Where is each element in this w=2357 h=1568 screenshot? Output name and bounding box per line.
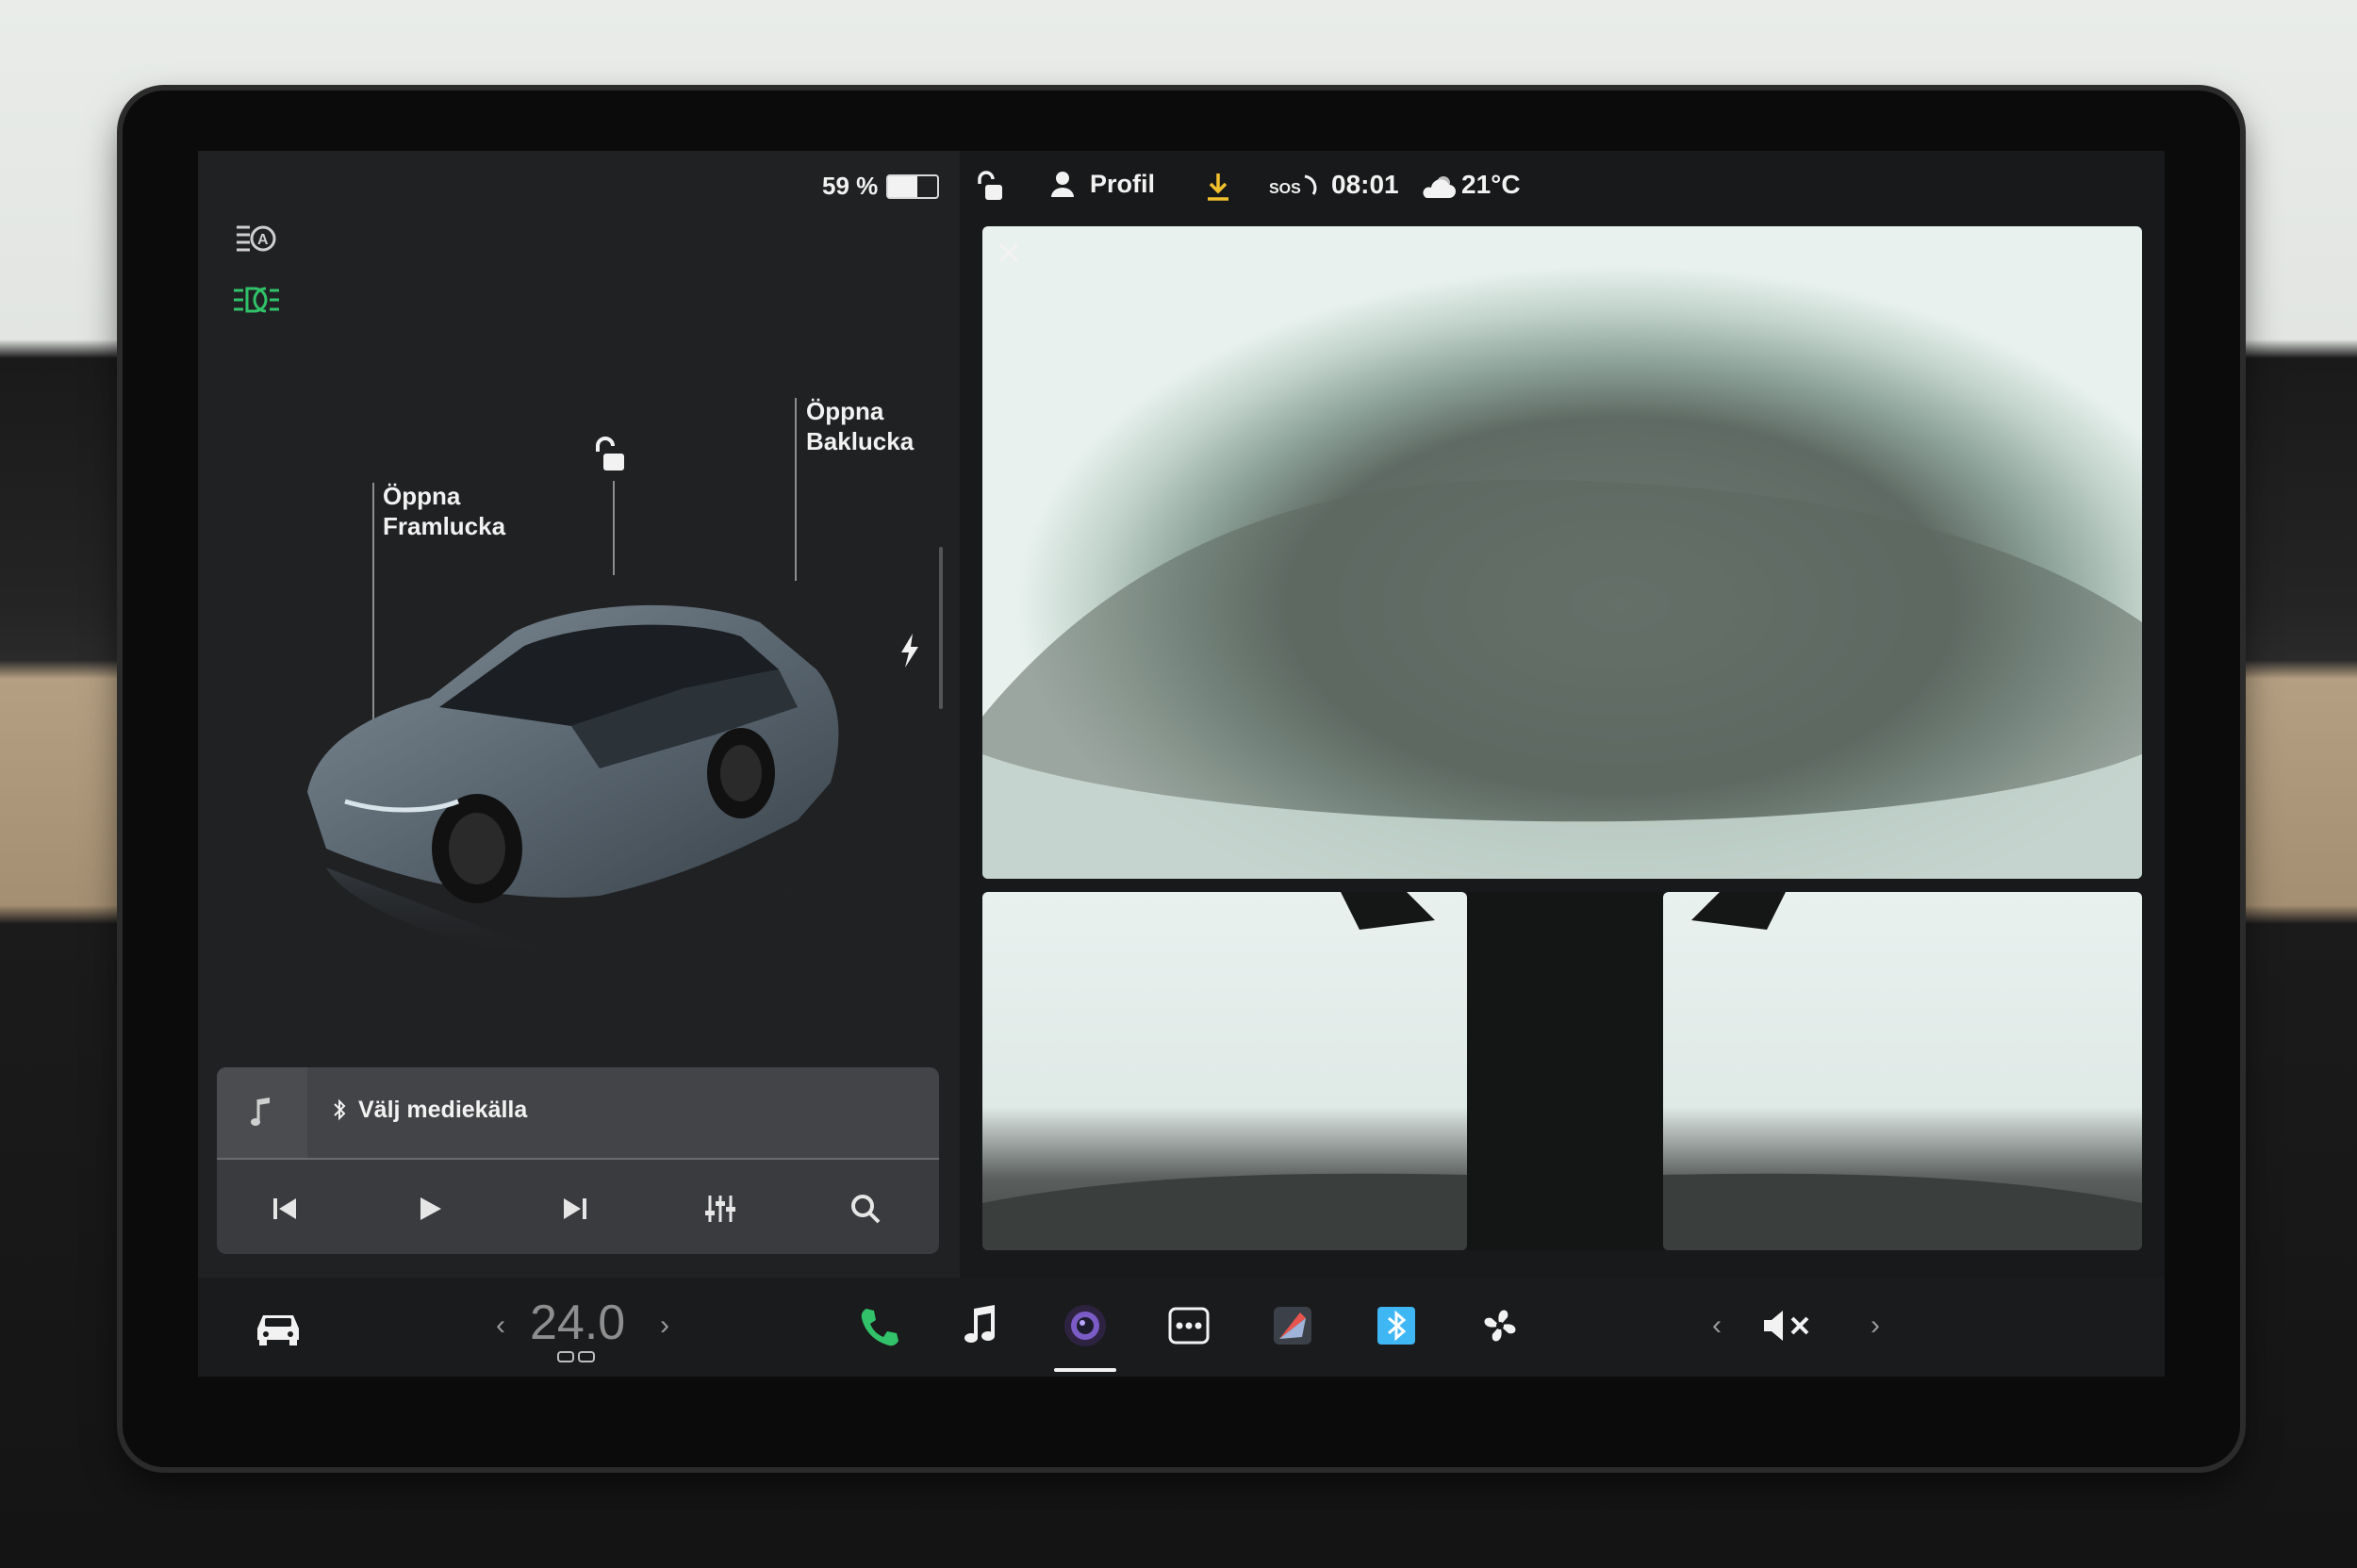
car-panel: A 59 % Öppna Framlucka Öppna Baklucka Vä… [198, 151, 960, 1278]
music-note-icon [217, 1067, 307, 1158]
battery-percent: 59 % [822, 172, 879, 200]
touchscreen: A 59 % Öppna Framlucka Öppna Baklucka Vä… [198, 151, 2165, 1377]
volume-muted-icon[interactable] [1754, 1293, 1820, 1359]
profile-button[interactable]: Profil [1048, 168, 1155, 200]
navigation-icon[interactable] [1260, 1293, 1326, 1359]
climate-fan-icon[interactable] [1467, 1293, 1533, 1359]
software-update-icon[interactable] [1201, 168, 1235, 206]
rear-camera-feed [982, 226, 2142, 879]
bluetooth-app-icon[interactable] [1363, 1293, 1429, 1359]
camera-divider [1467, 892, 1663, 1250]
temperature-down-chevron-icon[interactable]: ‹ [486, 1302, 515, 1349]
phone-icon[interactable] [845, 1293, 911, 1359]
open-trunk-label[interactable]: Öppna Baklucka [806, 396, 914, 456]
sos-button[interactable]: SOS [1269, 172, 1320, 198]
sos-label: SOS [1269, 181, 1301, 197]
play-icon[interactable] [402, 1180, 458, 1237]
phone-handset-icon [1301, 172, 1320, 198]
bluetooth-icon [330, 1096, 349, 1124]
active-app-indicator [1054, 1368, 1116, 1372]
media-progress-line [217, 1158, 939, 1160]
volume-up-chevron-icon[interactable]: › [1861, 1302, 1889, 1349]
lock-leader-line [613, 481, 615, 575]
lock-status-icon[interactable] [973, 168, 1007, 206]
media-player: Välj mediekälla [217, 1067, 939, 1254]
profile-label: Profil [1090, 169, 1156, 198]
auto-headlights-icon[interactable]: A [232, 219, 281, 256]
weather-cloud-icon [1420, 172, 1458, 202]
car-controls-icon[interactable] [245, 1295, 311, 1361]
open-frunk-label[interactable]: Öppna Framlucka [383, 481, 505, 541]
volume-down-chevron-icon[interactable]: ‹ [1703, 1302, 1731, 1349]
previous-track-icon[interactable] [256, 1180, 313, 1237]
media-source-label[interactable]: Välj mediekälla [358, 1097, 527, 1124]
charge-port-icon[interactable] [891, 630, 929, 671]
more-apps-icon[interactable] [1156, 1293, 1222, 1359]
temperature-up-chevron-icon[interactable]: › [651, 1302, 679, 1349]
svg-text:A: A [257, 232, 269, 248]
unlock-car-icon[interactable] [590, 436, 628, 473]
close-camera-icon[interactable] [988, 232, 1030, 273]
camera-app-icon[interactable] [1052, 1293, 1118, 1359]
cabin-temperature[interactable]: 24.0 [530, 1295, 625, 1351]
right-repeater-camera-feed [1663, 892, 2142, 1250]
left-repeater-camera-feed [982, 892, 1467, 1250]
bottom-dock: ‹ 24.0 › ‹ › [198, 1278, 2165, 1377]
next-track-icon[interactable] [547, 1180, 603, 1237]
trunk-leader-line [795, 398, 797, 581]
car-3d-view[interactable] [288, 566, 892, 962]
search-icon[interactable] [837, 1180, 894, 1237]
low-beam-icon[interactable] [232, 281, 281, 319]
seat-heater-icon[interactable] [556, 1349, 598, 1366]
music-icon[interactable] [948, 1293, 1014, 1359]
battery-icon [886, 174, 939, 199]
equalizer-icon[interactable] [692, 1180, 749, 1237]
media-source-row[interactable] [217, 1067, 939, 1158]
panel-scrollbar[interactable] [939, 547, 943, 709]
profile-icon [1048, 168, 1077, 200]
outside-temperature: 21°C [1461, 170, 1521, 199]
clock: 08:01 [1331, 170, 1399, 199]
